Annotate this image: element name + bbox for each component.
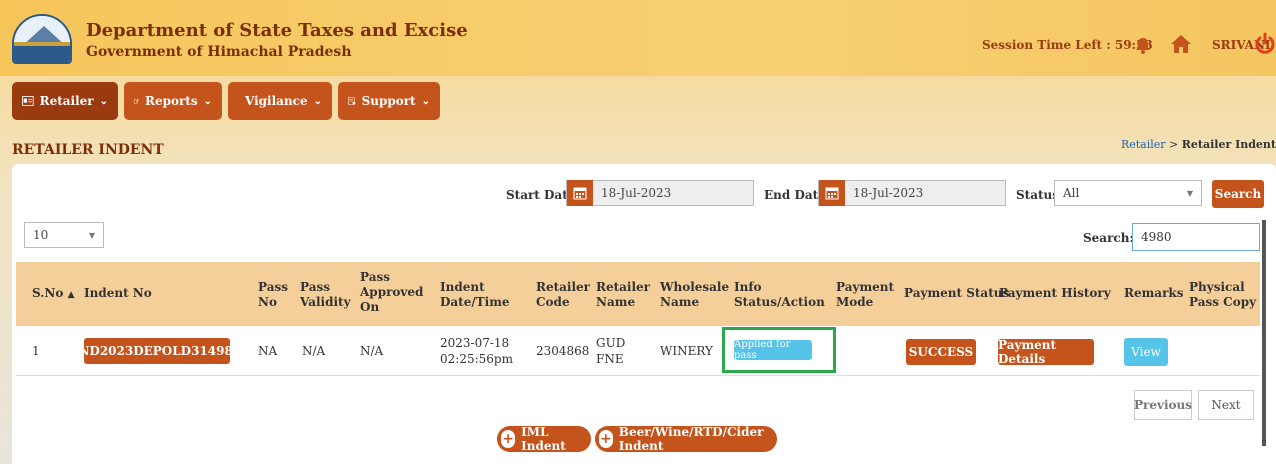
support-icon — [348, 97, 356, 105]
chevron-down-icon: ⌄ — [313, 95, 322, 107]
search-button[interactable]: Search — [1212, 180, 1264, 208]
previous-page-button[interactable]: Previous — [1134, 390, 1192, 420]
col-pass-no[interactable]: Pass No — [258, 280, 288, 310]
power-logout-icon[interactable] — [1254, 32, 1276, 54]
end-date-label: End Date — [764, 188, 826, 202]
government-subtitle: Government of Himachal Pradesh — [86, 44, 352, 60]
info-status-highlight — [722, 327, 836, 373]
start-date-label: Start Date — [506, 188, 576, 202]
beer-wine-indent-button[interactable]: + Beer/Wine/RTD/Cider Indent — [595, 425, 777, 453]
cell-pass-approved: N/A — [360, 344, 384, 358]
calendar-icon[interactable] — [819, 180, 845, 206]
payment-details-button[interactable]: Payment Details — [998, 338, 1094, 366]
col-sno[interactable]: S.No ▲ — [32, 286, 75, 303]
cell-retailer-code: 2304868 — [536, 344, 590, 358]
payment-success-button[interactable]: SUCCESS — [906, 339, 976, 365]
cell-wholesale-name: WINERY — [660, 344, 713, 358]
menu-support[interactable]: Support ⌄ — [338, 82, 440, 120]
plus-icon: + — [599, 430, 613, 448]
cell-pass-validity: N/A — [302, 344, 326, 358]
breadcrumb-separator: > — [1169, 138, 1179, 151]
col-pass-validity[interactable]: Pass Validity — [300, 280, 351, 310]
page-title: RETAILER INDENT — [12, 142, 164, 158]
top-header: Department of State Taxes and Excise Gov… — [0, 0, 1276, 76]
calendar-icon[interactable] — [567, 180, 593, 206]
col-info-status[interactable]: Info Status/Action — [734, 280, 825, 310]
cell-retailer-name-line1: GUD — [596, 336, 626, 350]
chevron-down-icon: ⌄ — [99, 95, 108, 107]
bell-icon[interactable] — [1134, 36, 1152, 54]
next-page-button[interactable]: Next — [1198, 390, 1254, 420]
col-indent-datetime[interactable]: Indent Date/Time — [440, 280, 510, 310]
breadcrumb-current: Retailer Indent — [1181, 138, 1276, 151]
retailer-card-icon — [22, 96, 34, 106]
dropdown-arrow-icon: ▼ — [1186, 189, 1193, 198]
reports-icon — [134, 99, 139, 104]
breadcrumb: Retailer > Retailer Indent — [1121, 138, 1276, 151]
end-date-value: 18-Jul-2023 — [853, 186, 924, 200]
department-title: Department of State Taxes and Excise — [86, 20, 468, 41]
view-remarks-button[interactable]: View — [1124, 338, 1168, 366]
cell-retailer-name-line2: FNE — [596, 352, 624, 366]
beer-wine-indent-label: Beer/Wine/RTD/Cider Indent — [618, 425, 764, 453]
menu-reports[interactable]: Reports ⌄ — [124, 82, 222, 120]
iml-indent-label: IML Indent — [521, 425, 566, 453]
menu-reports-label: Reports — [144, 94, 198, 108]
col-payment-status[interactable]: Payment Status — [904, 286, 1009, 301]
table-search-input[interactable]: 4980 — [1132, 223, 1260, 251]
menu-vigilance-label: Vigilance — [245, 94, 308, 108]
menu-support-label: Support — [361, 94, 416, 108]
himachal-emblem-logo — [12, 14, 72, 64]
search-icon — [238, 100, 239, 102]
dropdown-arrow-icon: ▼ — [88, 231, 95, 240]
cell-indent-date: 2023-07-18 — [440, 336, 510, 350]
chevron-down-icon: ⌄ — [421, 95, 430, 107]
cell-sno: 1 — [32, 344, 40, 358]
col-retailer-name[interactable]: Retailer Name — [596, 280, 650, 310]
status-select-value: All — [1063, 186, 1080, 200]
col-physical-pass[interactable]: Physical Pass Copy — [1189, 280, 1257, 310]
menu-retailer-label: Retailer — [39, 94, 94, 108]
start-date-value: 18-Jul-2023 — [601, 186, 672, 200]
col-remarks[interactable]: Remarks — [1124, 286, 1183, 301]
menu-retailer[interactable]: Retailer ⌄ — [12, 82, 118, 120]
chevron-down-icon: ⌄ — [203, 95, 212, 107]
cell-pass-no: NA — [258, 344, 278, 358]
status-select[interactable]: All ▼ — [1054, 180, 1202, 206]
indent-number-button[interactable]: IND2023DEPOLD314980 — [73, 338, 241, 364]
sort-asc-icon: ▲ — [67, 290, 75, 300]
col-retailer-code[interactable]: Retailer Code — [536, 280, 590, 310]
status-label: Status — [1016, 188, 1060, 202]
home-icon[interactable] — [1170, 34, 1192, 54]
search-label: Search: — [1083, 231, 1134, 245]
cell-indent-time: 02:25:56pm — [440, 352, 513, 366]
col-wholesale-name[interactable]: Wholesale Name — [660, 280, 729, 310]
page-size-value: 10 — [33, 228, 49, 242]
session-timer: Session Time Left : 59:53 — [982, 38, 1153, 52]
iml-indent-button[interactable]: + IML Indent — [497, 425, 591, 453]
breadcrumb-retailer-link[interactable]: Retailer — [1121, 138, 1166, 151]
start-date-field[interactable]: 18-Jul-2023 — [566, 180, 754, 206]
scrollbar[interactable] — [1262, 220, 1266, 446]
col-payment-mode[interactable]: Payment Mode — [836, 280, 894, 310]
col-payment-history[interactable]: Payment History — [999, 286, 1111, 301]
col-pass-approved[interactable]: Pass Approved On — [360, 270, 423, 315]
end-date-field[interactable]: 18-Jul-2023 — [818, 180, 1006, 206]
menu-vigilance[interactable]: Vigilance ⌄ — [228, 82, 332, 120]
page-size-select[interactable]: 10 ▼ — [24, 222, 104, 248]
plus-icon: + — [501, 430, 516, 448]
col-indent-no[interactable]: Indent No — [84, 286, 152, 301]
